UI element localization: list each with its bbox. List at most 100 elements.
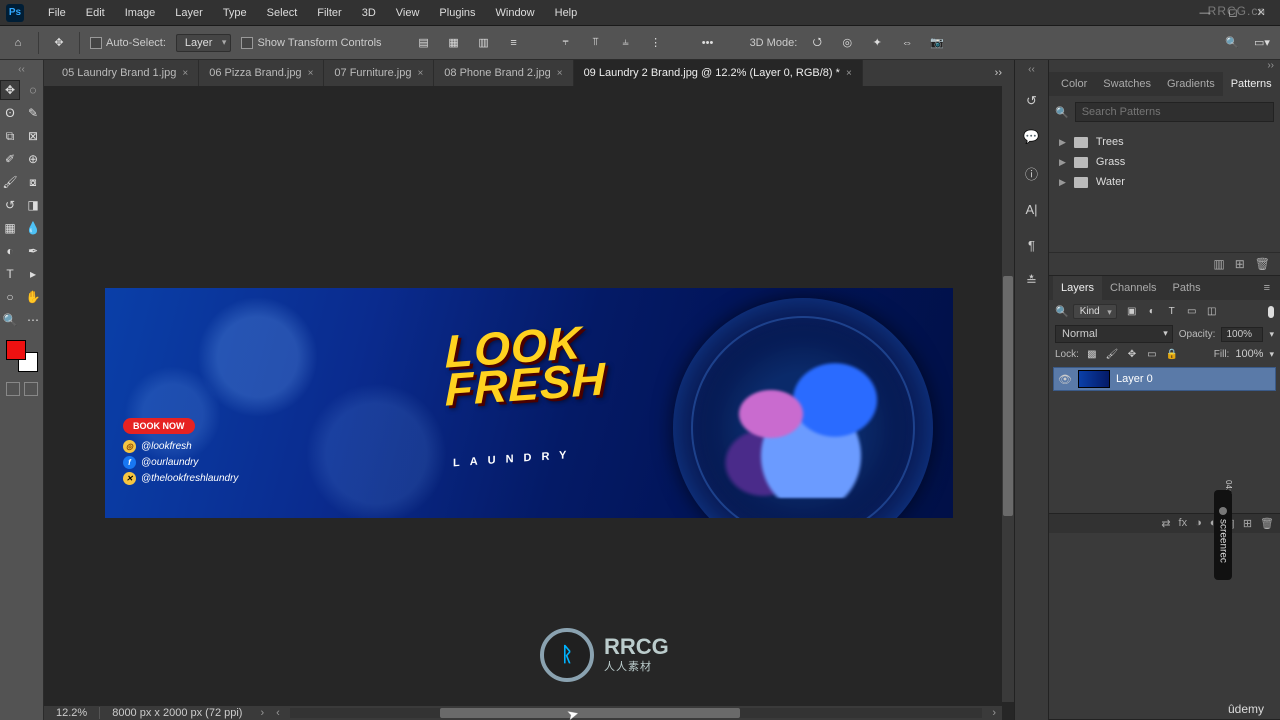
character-panel-icon[interactable]: A| [1021, 198, 1043, 220]
zoom-tool[interactable]: 🔍 [0, 310, 20, 330]
doc-tab-active[interactable]: 09 Laundry 2 Brand.jpg @ 12.2% (Layer 0,… [574, 60, 863, 86]
close-icon[interactable]: × [557, 68, 563, 79]
collapse-right2-icon[interactable]: ›› [1049, 60, 1280, 72]
filter-adjust-icon[interactable]: ◐ [1145, 305, 1159, 319]
more-options-icon[interactable]: ••• [698, 33, 718, 53]
camera3d-icon[interactable]: 📷 [927, 33, 947, 53]
eraser-tool[interactable]: ◨ [23, 195, 43, 215]
close-icon[interactable]: × [182, 68, 188, 79]
new-preset-icon[interactable]: ⊞ [1235, 257, 1245, 271]
lasso-tool[interactable]: ʘ [0, 103, 20, 123]
layer-row[interactable]: 👁 Layer 0 [1053, 367, 1276, 391]
menu-plugins[interactable]: Plugins [429, 7, 485, 19]
doc-tab[interactable]: 06 Pizza Brand.jpg× [199, 60, 324, 86]
layer-style-icon[interactable]: fx [1179, 517, 1188, 530]
pen-tool[interactable]: ✒ [23, 241, 43, 261]
menu-view[interactable]: View [386, 7, 430, 19]
doc-dimensions[interactable]: 8000 px x 2000 px (72 ppi) [99, 707, 254, 719]
opacity-input[interactable]: 100% [1221, 327, 1263, 342]
adjustments-panel-icon[interactable]: ≛ [1021, 270, 1043, 292]
screenmode-icon[interactable] [24, 382, 38, 396]
brush-tool[interactable]: 🖌 [0, 172, 20, 192]
disclosure-icon[interactable]: ▶ [1059, 177, 1066, 188]
link-layers-icon[interactable]: ⇄ [1161, 517, 1170, 530]
layer-filter-kind-dropdown[interactable]: Kind [1073, 304, 1117, 319]
blur-tool[interactable]: 💧 [23, 218, 43, 238]
info-panel-icon[interactable]: ⓘ [1021, 162, 1043, 184]
save-preset-icon[interactable]: ▥ [1213, 257, 1224, 271]
layer-thumbnail[interactable] [1078, 370, 1110, 388]
layer-name[interactable]: Layer 0 [1116, 373, 1153, 385]
lock-transparent-icon[interactable]: ▩ [1085, 347, 1099, 361]
quick-select-tool[interactable]: ✎ [23, 103, 43, 123]
orbit3d-icon[interactable]: ⭯ [807, 33, 827, 53]
quickmask-icon[interactable] [6, 382, 20, 396]
visibility-toggle-icon[interactable]: 👁 [1058, 373, 1072, 386]
blend-mode-dropdown[interactable]: Normal [1055, 325, 1173, 343]
pattern-group[interactable]: ▶Water [1059, 172, 1270, 192]
search-icon[interactable]: 🔍 [1222, 33, 1242, 53]
pan3d-icon[interactable]: ✦ [867, 33, 887, 53]
align-center-v-icon[interactable]: ⫪ [586, 33, 606, 53]
close-icon[interactable]: × [846, 68, 852, 79]
color-swatches[interactable] [6, 340, 38, 372]
paragraph-panel-icon[interactable]: ¶ [1021, 234, 1043, 256]
menu-type[interactable]: Type [213, 7, 257, 19]
menu-window[interactable]: Window [486, 7, 545, 19]
scroll-left-icon[interactable]: ‹ [270, 707, 286, 719]
align-center-h-icon[interactable]: ▦ [444, 33, 464, 53]
menu-help[interactable]: Help [545, 7, 588, 19]
canvas-viewport[interactable]: BOOK NOW ◎@lookfresh f@ourlaundry ✕@thel… [44, 86, 1014, 720]
filter-smart-icon[interactable]: ◫ [1205, 305, 1219, 319]
disclosure-icon[interactable]: ▶ [1059, 137, 1066, 148]
distribute-h-icon[interactable]: ≡ [504, 33, 524, 53]
hand-tool[interactable]: ✋ [23, 287, 43, 307]
filter-pixel-icon[interactable]: ▣ [1125, 305, 1139, 319]
lock-pixels-icon[interactable]: 🖌 [1105, 347, 1119, 361]
menu-select[interactable]: Select [257, 7, 308, 19]
window-restore-icon[interactable]: ◻ [1220, 4, 1246, 22]
align-right-icon[interactable]: ▥ [474, 33, 494, 53]
filter-type-icon[interactable]: T [1165, 305, 1179, 319]
slide3d-icon[interactable]: ⇔ [897, 33, 917, 53]
marquee-tool[interactable]: ◌ [23, 80, 43, 100]
collapse-left-icon[interactable]: ‹‹ [0, 64, 43, 76]
tab-color[interactable]: Color [1053, 72, 1095, 96]
edit-toolbar-icon[interactable]: ⋯ [23, 310, 43, 330]
pattern-group[interactable]: ▶Trees [1059, 132, 1270, 152]
distribute-v-icon[interactable]: ⋮ [646, 33, 666, 53]
dodge-tool[interactable]: ◐ [0, 241, 20, 261]
menu-layer[interactable]: Layer [165, 7, 213, 19]
filter-toggle[interactable] [1268, 306, 1274, 318]
layer-mask-icon[interactable]: ◑ [1195, 517, 1202, 530]
menu-filter[interactable]: Filter [307, 7, 351, 19]
delete-layer-icon[interactable]: 🗑 [1260, 517, 1274, 530]
menu-3d[interactable]: 3D [352, 7, 386, 19]
path-select-tool[interactable]: ▸ [23, 264, 43, 284]
collapse-right1-icon[interactable]: ‹‹ [1028, 64, 1035, 76]
comments-panel-icon[interactable]: 💬 [1021, 126, 1043, 148]
workspace-icon[interactable]: ▭▾ [1252, 33, 1272, 53]
horizontal-scrollbar[interactable] [290, 708, 983, 718]
eyedropper-tool[interactable]: ✐ [0, 149, 20, 169]
show-transform-checkbox[interactable]: Show Transform Controls [241, 37, 381, 49]
tab-gradients[interactable]: Gradients [1159, 72, 1223, 96]
align-left-icon[interactable]: ▤ [414, 33, 434, 53]
foreground-color[interactable] [6, 340, 26, 360]
disclosure-icon[interactable]: ▶ [1059, 157, 1066, 168]
auto-select-target-dropdown[interactable]: Layer [176, 34, 232, 52]
history-panel-icon[interactable]: ↺ [1021, 90, 1043, 112]
lock-artboard-icon[interactable]: ▭ [1145, 347, 1159, 361]
close-icon[interactable]: × [308, 68, 314, 79]
doc-tab[interactable]: 05 Laundry Brand 1.jpg× [52, 60, 199, 86]
tab-swatches[interactable]: Swatches [1095, 72, 1159, 96]
shape-tool[interactable]: ○ [0, 287, 20, 307]
lock-position-icon[interactable]: ✥ [1125, 347, 1139, 361]
close-icon[interactable]: × [417, 68, 423, 79]
pattern-group[interactable]: ▶Grass [1059, 152, 1270, 172]
tab-paths[interactable]: Paths [1165, 276, 1209, 300]
menu-file[interactable]: File [38, 7, 76, 19]
panel-menu-icon[interactable]: ≡ [1258, 282, 1276, 294]
gradient-tool[interactable]: ▦ [0, 218, 20, 238]
tab-patterns[interactable]: Patterns [1223, 72, 1280, 96]
